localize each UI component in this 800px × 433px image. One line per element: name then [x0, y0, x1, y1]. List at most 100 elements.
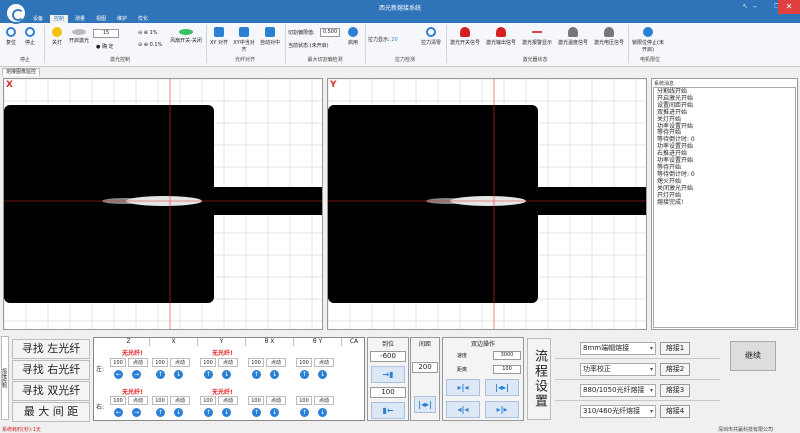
stop-button[interactable]: 停止 [22, 27, 38, 46]
arrow-up-icon[interactable]: ↑ [204, 408, 213, 417]
arrow-down-icon[interactable]: ↓ [270, 370, 279, 379]
recipe-select-2[interactable]: 功率校正 [580, 363, 656, 376]
arrow-down-icon[interactable]: ↓ [270, 408, 279, 417]
dual-step-left-button[interactable]: ◂|◂ [446, 401, 480, 418]
xy-center-button[interactable]: XY中当对齐 [232, 27, 256, 53]
arrow-down-icon[interactable]: ↓ [318, 408, 327, 417]
recipe-select-4[interactable]: 310/460光纤熔接 [580, 405, 656, 418]
lamp-button[interactable]: 关灯 [48, 27, 66, 46]
dual-close-button[interactable]: ▸|◂ [446, 379, 480, 396]
find-left-fiber-button[interactable]: 寻找 左光纤 [12, 339, 90, 359]
toggle-on-icon [179, 29, 193, 35]
fuse-button-3[interactable]: 熔接3 [660, 384, 690, 397]
jog-label[interactable]: 点动 [314, 396, 334, 405]
step-input[interactable]: 100 [152, 396, 168, 405]
limit-lock-button[interactable]: 锁限位停止(未开启) [630, 27, 666, 53]
header-theta-x: θ X [246, 338, 294, 346]
group-laser-state: 激光器状态 [522, 57, 548, 63]
jog-label[interactable]: 点动 [266, 358, 286, 367]
find-both-fiber-button[interactable]: 寻找 双光纤 [12, 381, 90, 401]
auto-align-button[interactable]: 自动对中 [258, 27, 282, 46]
move-left-button[interactable]: ▮← [371, 402, 405, 419]
fan-toggle[interactable]: 风扇开关-关闭 [168, 27, 204, 44]
step-input[interactable]: 100 [200, 396, 216, 405]
arrow-right-icon[interactable]: → [132, 370, 141, 379]
view-tab[interactable]: 熔接图像监控 [2, 68, 41, 76]
step-input[interactable]: 100 [296, 358, 312, 367]
cut-threshold-input[interactable]: 0.500 [320, 28, 340, 37]
laser-on-button[interactable]: 开启激光 [66, 27, 92, 44]
max-gap-button[interactable]: 最 大 间 距 [12, 402, 90, 422]
dual-step-right-button[interactable]: ▸|▸ [485, 401, 519, 418]
step-input[interactable]: 100 [248, 396, 264, 405]
step-input[interactable]: 100 [110, 396, 126, 405]
arrow-left-icon[interactable]: ← [114, 370, 123, 379]
arrow-down-icon[interactable]: ↓ [222, 370, 231, 379]
arrow-up-icon[interactable]: ↑ [252, 408, 261, 417]
side-tab-fusion-control[interactable]: 熔接控制 [1, 336, 9, 420]
arrow-down-icon[interactable]: ↓ [174, 408, 183, 417]
jog-label[interactable]: 点动 [170, 396, 190, 405]
fuse-button-1[interactable]: 熔接1 [660, 342, 690, 355]
xy-align-button[interactable]: XY 对齐 [208, 27, 230, 46]
laser-volt-signal: 激光电压信号 [592, 27, 626, 46]
recipe-select-3[interactable]: 880/1050光纤熔接 [580, 384, 656, 397]
arrow-down-icon[interactable]: ↓ [222, 408, 231, 417]
recipe-select-1[interactable]: 8mm端帽熔接 [580, 342, 656, 355]
speed-input[interactable]: 3000 [493, 351, 521, 360]
lock-check-icon [643, 27, 653, 37]
arrow-up-icon[interactable]: ↑ [300, 370, 309, 379]
menu-measure[interactable]: 测量 [71, 15, 89, 23]
step-input[interactable]: 100 [200, 358, 216, 367]
arrow-up-icon[interactable]: ↑ [252, 370, 261, 379]
position-input[interactable]: -600 [370, 351, 406, 362]
position-panel: 到位 -600 →▮ 100 ▮← [367, 337, 409, 421]
jog-label[interactable]: 点动 [128, 396, 148, 405]
arrow-up-icon[interactable]: ↑ [204, 370, 213, 379]
title-bar: 西光新熔接系统 ↖ – ❐ ✕ [0, 0, 800, 24]
fuse-button-2[interactable]: 熔接2 [660, 363, 690, 376]
step-input[interactable]: 100 [152, 358, 168, 367]
step-input[interactable]: 100 [248, 358, 264, 367]
gap-button[interactable]: |◂▸| [414, 396, 436, 413]
enable-button[interactable]: 启用 [344, 27, 362, 46]
fuse-button-4[interactable]: 熔接4 [660, 405, 690, 418]
separator [628, 25, 629, 63]
arrow-down-icon[interactable]: ↓ [318, 370, 327, 379]
jog-label[interactable]: 点动 [266, 396, 286, 405]
reset-button[interactable]: 复位 [3, 27, 19, 46]
step-input[interactable]: 100 [110, 358, 126, 367]
menu-device[interactable]: 设备 [29, 15, 47, 23]
menu-optimize[interactable]: 优化 [134, 15, 152, 23]
status-company: 深圳市共赢科技有限公司 [718, 427, 774, 433]
power-step-1[interactable]: ⊖ ⊕ 1% [138, 30, 158, 36]
gap-input[interactable]: 200 [412, 362, 438, 373]
jog-label[interactable]: 点动 [218, 396, 238, 405]
continue-button[interactable]: 继续 [730, 341, 776, 371]
confirm-power[interactable]: ● 确 定 [96, 43, 114, 50]
arrow-right-icon[interactable]: → [132, 408, 141, 417]
menu-maintain[interactable]: 维护 [113, 15, 131, 23]
dual-open-button[interactable]: |◂▸| [485, 379, 519, 396]
jog-label[interactable]: 点动 [314, 358, 334, 367]
jog-label[interactable]: 点动 [170, 358, 190, 367]
arrow-down-icon[interactable]: ↓ [174, 370, 183, 379]
power-input[interactable]: 15 [93, 29, 119, 38]
position-input-2[interactable]: 100 [370, 387, 406, 398]
jog-label[interactable]: 点动 [128, 358, 148, 367]
minimize-button[interactable]: – [744, 0, 766, 14]
arrow-left-icon[interactable]: ← [114, 408, 123, 417]
arrow-up-icon[interactable]: ↑ [300, 408, 309, 417]
arrow-up-icon[interactable]: ↑ [156, 370, 165, 379]
distance-input[interactable]: 100 [493, 365, 521, 374]
power-step-01[interactable]: ⊖ ⊕ 0.1% [138, 42, 162, 48]
tension-clear-button[interactable]: 拉力清零 [418, 27, 444, 46]
move-right-button[interactable]: →▮ [371, 366, 405, 383]
close-button[interactable]: ✕ [778, 0, 800, 14]
find-right-fiber-button[interactable]: 寻找 右光纤 [12, 360, 90, 380]
arrow-up-icon[interactable]: ↑ [156, 408, 165, 417]
menu-control[interactable]: 控制 [50, 15, 69, 23]
jog-label[interactable]: 点动 [218, 358, 238, 367]
step-input[interactable]: 100 [296, 396, 312, 405]
menu-view[interactable]: 视图 [92, 15, 110, 23]
